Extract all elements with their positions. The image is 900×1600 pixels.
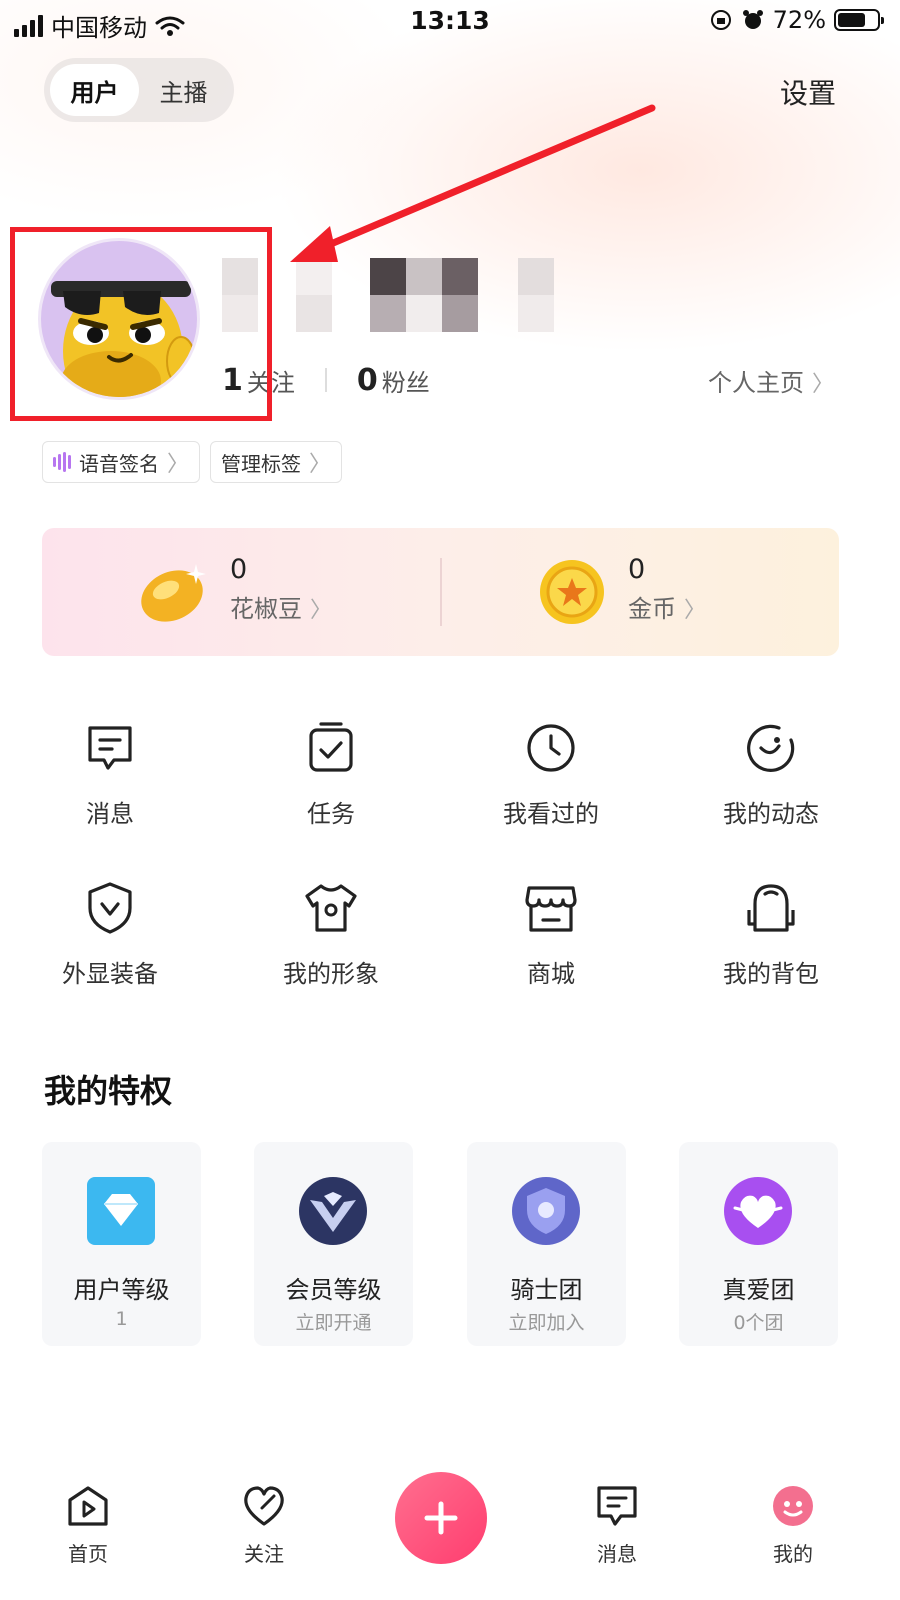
- task-icon: [309, 722, 353, 772]
- manage-tags-label: 管理标签: [221, 451, 302, 476]
- menu-label: 商城: [527, 960, 575, 988]
- privilege-sub: 立即开通: [295, 1312, 372, 1334]
- privilege-title: 用户等级: [73, 1276, 170, 1304]
- menu-label: 消息: [86, 800, 134, 828]
- tab-label: 消息: [597, 1542, 637, 1566]
- vip-badge-icon: [299, 1177, 367, 1245]
- message-icon: [597, 1486, 637, 1526]
- heart-badge-icon: [724, 1177, 792, 1245]
- moments-icon: [747, 724, 795, 772]
- home-play-icon: [68, 1486, 108, 1526]
- menu-item-task[interactable]: 任务: [221, 720, 441, 829]
- menu-item-image[interactable]: 我的形象: [221, 880, 441, 989]
- privilege-knights[interactable]: 骑士团 立即加入: [467, 1142, 626, 1346]
- voice-signature-tag[interactable]: 语音签名 〉: [42, 441, 201, 483]
- tab-label: 我的: [773, 1542, 813, 1566]
- menu-item-moments[interactable]: 我的动态: [661, 720, 881, 829]
- tshirt-icon: [305, 884, 357, 932]
- menu-label: 我的背包: [723, 960, 819, 988]
- menu-label: 我的动态: [723, 800, 819, 828]
- coins-cell[interactable]: 0 金币〉: [628, 554, 706, 634]
- message-icon: [88, 726, 132, 770]
- coins-label: 金币: [628, 595, 676, 623]
- heart-icon: [244, 1486, 284, 1526]
- privilege-true-love[interactable]: 真爱团 0个团: [679, 1142, 838, 1346]
- profile-page: 中国移动 13:13 72% 用户 主播 设置 1 关注 0 粉丝 个人主页 〉…: [0, 0, 900, 1600]
- create-button[interactable]: [395, 1472, 487, 1564]
- manage-tags-tag[interactable]: 管理标签 〉: [210, 441, 343, 483]
- chevron-right-icon: 〉: [310, 598, 333, 623]
- privilege-title: 会员等级: [285, 1276, 382, 1304]
- store-icon: [525, 886, 577, 932]
- tab-messages[interactable]: 消息: [567, 1482, 667, 1567]
- chevron-right-icon: 〉: [309, 452, 332, 477]
- beans-label: 花椒豆: [230, 595, 302, 623]
- shield-icon: [88, 882, 132, 934]
- privilege-title: 真爱团: [722, 1276, 795, 1304]
- menu-item-equipment[interactable]: 外显装备: [0, 880, 220, 989]
- privilege-vip-level[interactable]: 会员等级 立即开通: [254, 1142, 413, 1346]
- bottom-tab-bar: 首页 关注 消息 我的: [0, 1460, 900, 1600]
- tab-home[interactable]: 首页: [38, 1482, 138, 1567]
- menu-label: 我看过的: [503, 800, 599, 828]
- privilege-sub: 0个团: [733, 1312, 784, 1334]
- bean-icon: [141, 564, 206, 622]
- annotation-arrow: [290, 104, 656, 262]
- tag-row: 语音签名 〉 管理标签 〉: [42, 441, 343, 483]
- chevron-right-icon: 〉: [167, 452, 190, 477]
- tab-follow[interactable]: 关注: [214, 1482, 314, 1567]
- privilege-title: 骑士团: [510, 1276, 583, 1304]
- voice-signature-label: 语音签名: [79, 451, 159, 476]
- chevron-right-icon: 〉: [684, 598, 707, 623]
- tab-label: 关注: [244, 1542, 284, 1566]
- privilege-sub: 1: [115, 1308, 128, 1330]
- privileges-title: 我的特权: [44, 1072, 173, 1110]
- tab-mine[interactable]: 我的: [743, 1482, 843, 1567]
- avatar-icon: [773, 1486, 813, 1526]
- coins-value: 0: [628, 554, 646, 585]
- history-clock-icon: [527, 724, 575, 772]
- menu-label: 我的形象: [283, 960, 379, 988]
- diamond-icon: [87, 1177, 155, 1245]
- menu-item-history[interactable]: 我看过的: [441, 720, 661, 829]
- menu-label: 任务: [307, 800, 355, 828]
- menu-label: 外显装备: [62, 960, 158, 988]
- tab-label: 首页: [68, 1542, 108, 1566]
- wallet-divider: [440, 558, 442, 626]
- menu-item-message[interactable]: 消息: [0, 720, 220, 829]
- beans-value: 0: [230, 554, 248, 585]
- privilege-sub: 立即加入: [508, 1312, 585, 1334]
- menu-item-backpack[interactable]: 我的背包: [661, 880, 881, 989]
- beans-cell[interactable]: 0 花椒豆〉: [230, 554, 332, 634]
- knight-shield-icon: [512, 1177, 580, 1245]
- plus-icon: [424, 1501, 458, 1535]
- menu-item-store[interactable]: 商城: [441, 880, 661, 989]
- voice-wave-icon: [53, 452, 71, 472]
- wallet-card: 0 花椒豆〉 0 金币〉: [42, 528, 839, 656]
- privilege-user-level[interactable]: 用户等级 1: [42, 1142, 201, 1346]
- coin-icon: [540, 560, 604, 624]
- backpack-icon: [747, 884, 795, 932]
